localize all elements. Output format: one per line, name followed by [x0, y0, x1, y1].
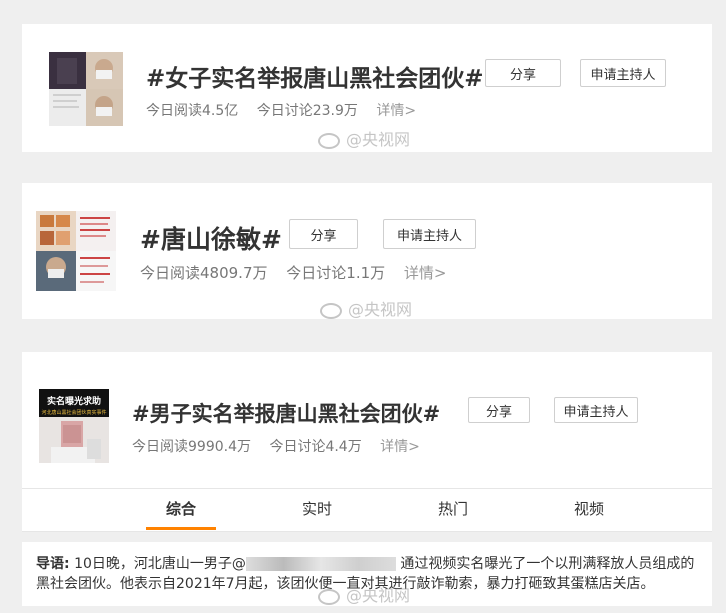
weibo-logo-icon: [318, 132, 340, 149]
today-discussions: 今日讨论1.1万: [286, 264, 386, 282]
share-button[interactable]: 分享: [468, 397, 530, 423]
details-link[interactable]: 详情>: [376, 103, 416, 119]
today-discussions: 今日讨论23.9万: [256, 103, 358, 119]
lead-label: 导语:: [36, 556, 70, 572]
today-reads: 今日阅读4.5亿: [146, 103, 239, 119]
today-reads: 今日阅读4809.7万: [140, 264, 268, 282]
topic-card-1: #女子实名举报唐山黑社会团伙# 分享 申请主持人 今日阅读4.5亿 今日讨论23…: [22, 24, 712, 152]
weibo-logo-icon: [320, 302, 342, 319]
topic-title[interactable]: #女子实名举报唐山黑社会团伙#: [146, 59, 484, 93]
tab-video[interactable]: 视频: [554, 489, 624, 529]
today-reads: 今日阅读9990.4万: [132, 439, 251, 455]
blurred-username[interactable]: [245, 557, 396, 571]
tab-realtime[interactable]: 实时: [282, 489, 352, 529]
topic-title[interactable]: #唐山徐敏#: [140, 220, 282, 256]
details-link[interactable]: 详情>: [404, 264, 447, 282]
apply-host-button[interactable]: 申请主持人: [554, 397, 638, 423]
today-discussions: 今日讨论4.4万: [269, 439, 362, 455]
topic-thumbnail[interactable]: [36, 211, 116, 291]
share-button[interactable]: 分享: [289, 219, 358, 249]
share-button[interactable]: 分享: [485, 59, 561, 87]
tab-bar: 综合 实时 热门 视频: [22, 488, 712, 532]
topic-thumbnail[interactable]: [49, 52, 123, 126]
watermark: @央视网: [320, 296, 412, 320]
topic-title[interactable]: #男子实名举报唐山黑社会团伙#: [132, 398, 440, 428]
tab-comprehensive[interactable]: 综合: [146, 489, 216, 530]
topic-card-2: #唐山徐敏# 分享 申请主持人 今日阅读4809.7万 今日讨论1.1万 详情>…: [22, 183, 712, 319]
tab-hot[interactable]: 热门: [418, 489, 488, 529]
topic-stats: 今日阅读4.5亿 今日讨论23.9万 详情>: [146, 100, 430, 120]
topic-thumbnail[interactable]: 实名曝光求助 河北唐山黑社会团伙真实事件: [39, 389, 109, 463]
watermark: @央视网: [318, 582, 410, 606]
lead-text-before: 10日晚，河北唐山一男子@: [74, 556, 246, 572]
watermark: @央视网: [318, 126, 410, 150]
details-link[interactable]: 详情>: [380, 439, 420, 455]
weibo-logo-icon: [318, 588, 340, 605]
topic-card-3: 实名曝光求助 河北唐山黑社会团伙真实事件 #男子实名举报唐山黑社会团伙# 分享 …: [22, 352, 712, 488]
thumbnail-caption: 实名曝光求助: [46, 397, 101, 407]
thumbnail-subcaption: 河北唐山黑社会团伙真实事件: [41, 410, 107, 416]
apply-host-button[interactable]: 申请主持人: [580, 59, 666, 87]
topic-stats: 今日阅读9990.4万 今日讨论4.4万 详情>: [132, 436, 434, 456]
apply-host-button[interactable]: 申请主持人: [383, 219, 476, 249]
topic-stats: 今日阅读4809.7万 今日讨论1.1万 详情>: [140, 262, 461, 283]
